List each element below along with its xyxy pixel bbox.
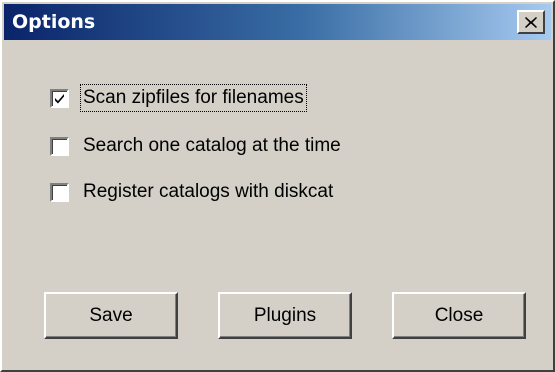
- plugins-button[interactable]: Plugins: [218, 292, 352, 339]
- checkmark-icon: [55, 93, 64, 103]
- option-scan-zipfiles[interactable]: Scan zipfiles for filenames: [50, 84, 307, 112]
- options-dialog: Options Scan zipfiles for filenames Sear…: [0, 0, 555, 372]
- close-icon[interactable]: [517, 10, 545, 34]
- close-button[interactable]: Close: [392, 292, 526, 339]
- search-one-catalog-checkbox[interactable]: [50, 136, 69, 156]
- register-catalogs-label[interactable]: Register catalogs with diskcat: [83, 181, 333, 203]
- scan-zipfiles-label[interactable]: Scan zipfiles for filenames: [80, 84, 307, 112]
- title-bar[interactable]: Options: [4, 4, 551, 40]
- option-register-catalogs[interactable]: Register catalogs with diskcat: [50, 178, 333, 206]
- register-catalogs-checkbox[interactable]: [50, 182, 69, 202]
- close-x-glyph: [525, 16, 537, 28]
- scan-zipfiles-checkbox[interactable]: [50, 88, 69, 108]
- dialog-title: Options: [12, 11, 96, 33]
- save-button[interactable]: Save: [44, 292, 178, 339]
- option-search-one-catalog[interactable]: Search one catalog at the time: [50, 132, 341, 160]
- search-one-catalog-label[interactable]: Search one catalog at the time: [83, 135, 341, 157]
